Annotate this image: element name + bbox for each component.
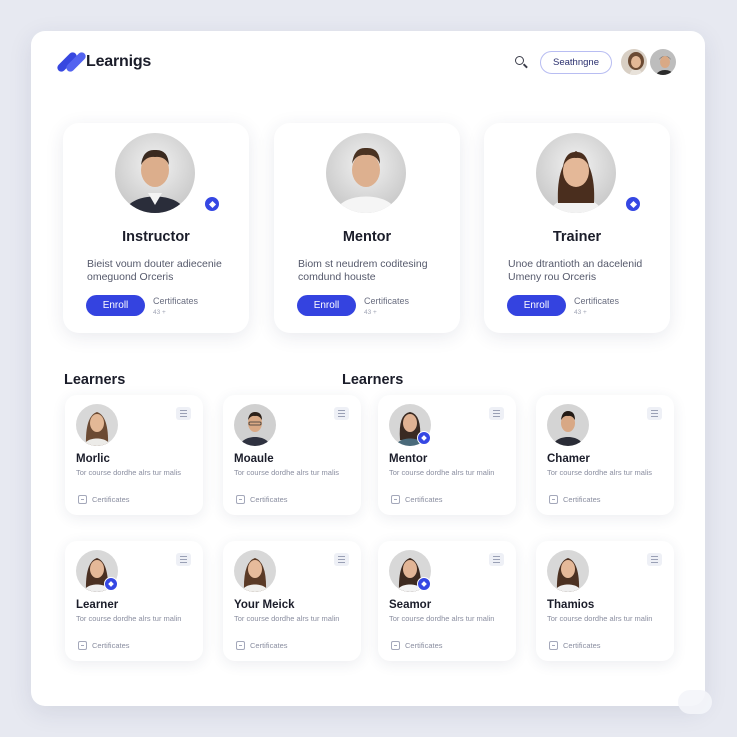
more-menu-icon[interactable]: [489, 553, 504, 566]
featured-card-trainer: Trainer Unoe dtrantioth an dacelenid Umen…: [484, 123, 670, 333]
card-description: Unoe dtrantioth an dacelenid Umeny rou Or…: [508, 258, 643, 283]
card-title: Trainer: [552, 229, 602, 245]
learner-card[interactable]: Morlic Tor course dordhe alrs tur malis …: [65, 395, 203, 515]
verified-badge-icon: [624, 195, 642, 213]
certificates-link[interactable]: Certificates: [236, 641, 288, 650]
card-description: Bieist voum douter adiecenie omeguond Orc…: [87, 258, 222, 283]
avatar: [326, 133, 406, 213]
learner-name: Thamios: [547, 599, 595, 611]
more-menu-icon[interactable]: [176, 553, 191, 566]
search-icon[interactable]: [514, 55, 530, 71]
learner-name: Seamor: [389, 599, 432, 611]
learner-name: Moaule: [234, 453, 274, 465]
certificates-count: 43 +: [153, 309, 166, 316]
learner-description: Tor course dordhe alrs tur malin: [234, 614, 340, 623]
learner-card[interactable]: Your Meick Tor course dordhe alrs tur ma…: [223, 541, 361, 661]
card-title: Instructor: [122, 229, 190, 245]
learner-description: Tor course dordhe alrs tur malis: [76, 468, 182, 477]
certificates-label: Certificates: [574, 296, 620, 306]
learner-card[interactable]: Moaule Tor course dordhe alrs tur malis …: [223, 395, 361, 515]
enroll-button[interactable]: Enroll: [297, 295, 356, 316]
certificates-link[interactable]: Certificates: [78, 641, 130, 650]
learner-name: Mentor: [389, 453, 428, 465]
certificates-link[interactable]: Certificates: [236, 495, 288, 504]
avatar[interactable]: [648, 47, 678, 77]
learner-description: Tor course dordhe alrs tur malin: [389, 468, 495, 477]
certificates-label: Certificates: [153, 296, 199, 306]
certificates-link[interactable]: Certificates: [549, 641, 601, 650]
certificate-icon: [236, 495, 245, 504]
learner-name: Morlic: [76, 453, 110, 465]
learner-description: Tor course dordhe alrs tur malis: [234, 468, 340, 477]
more-menu-icon[interactable]: [334, 553, 349, 566]
verified-badge-icon: [203, 195, 221, 213]
learner-card[interactable]: Mentor Tor course dordhe alrs tur malin …: [378, 395, 516, 515]
certificates-link[interactable]: Certificates: [391, 495, 443, 504]
section-heading-learners: Learners: [342, 372, 404, 388]
main-panel: Learnigs Seathngne Instructor Bieist vou…: [31, 31, 705, 706]
avatar: [234, 404, 276, 446]
avatar: [536, 133, 616, 213]
more-menu-icon[interactable]: [489, 407, 504, 420]
more-menu-icon[interactable]: [647, 553, 662, 566]
avatar: [547, 550, 589, 592]
certificate-icon: [236, 641, 245, 650]
avatar: [76, 404, 118, 446]
verified-badge-icon: [417, 577, 431, 591]
more-menu-icon[interactable]: [647, 407, 662, 420]
learner-name: Learner: [76, 599, 119, 611]
card-description: Biom st neudrem coditesing comdund houste: [298, 258, 428, 283]
certificate-icon: [78, 641, 87, 650]
learner-name: Your Meick: [234, 599, 295, 611]
more-menu-icon[interactable]: [176, 407, 191, 420]
section-heading-learners: Learners: [64, 372, 126, 388]
card-title: Mentor: [342, 229, 392, 245]
featured-card-mentor: Mentor Biom st neudrem coditesing comdund…: [274, 123, 460, 333]
more-menu-icon[interactable]: [334, 407, 349, 420]
learner-name: Chamer: [547, 453, 590, 465]
avatar: [115, 133, 195, 213]
learner-description: Tor course dordhe alrs tur malin: [76, 614, 182, 623]
learner-description: Tor course dordhe alrs tur malin: [547, 614, 653, 623]
logo-text: Learnigs: [86, 53, 152, 70]
avatar: [547, 404, 589, 446]
certificates-link[interactable]: Certificates: [549, 495, 601, 504]
avatar[interactable]: [619, 47, 649, 77]
app-logo[interactable]: Learnigs: [55, 50, 152, 74]
enroll-button[interactable]: Enroll: [507, 295, 566, 316]
certificates-link[interactable]: Certificates: [78, 495, 130, 504]
enroll-button[interactable]: Enroll: [86, 295, 145, 316]
certificate-icon: [391, 495, 400, 504]
certificates-count: 43 +: [574, 309, 587, 316]
search-button[interactable]: Seathngne: [540, 51, 612, 74]
avatar: [234, 550, 276, 592]
certificate-icon: [549, 641, 558, 650]
learner-card[interactable]: Thamios Tor course dordhe alrs tur malin…: [536, 541, 674, 661]
learner-description: Tor course dordhe alrs tur malis: [547, 468, 653, 477]
certificates-count: 43 +: [364, 309, 377, 316]
certificate-icon: [549, 495, 558, 504]
certificates-link[interactable]: Certificates: [391, 641, 443, 650]
logo-icon: [55, 50, 88, 74]
learner-card[interactable]: Learner Tor course dordhe alrs tur malin…: [65, 541, 203, 661]
featured-card-instructor: Instructor Bieist voum douter adiecenie o…: [63, 123, 249, 333]
certificate-icon: [78, 495, 87, 504]
certificates-label: Certificates: [364, 296, 410, 306]
verified-badge-icon: [104, 577, 118, 591]
verified-badge-icon: [417, 431, 431, 445]
learner-card[interactable]: Chamer Tor course dordhe alrs tur malis …: [536, 395, 674, 515]
certificate-icon: [391, 641, 400, 650]
learner-description: Tor course dordhe alrs tur malin: [389, 614, 495, 623]
learner-card[interactable]: Seamor Tor course dordhe alrs tur malin …: [378, 541, 516, 661]
chat-bubble-icon[interactable]: [678, 690, 712, 714]
